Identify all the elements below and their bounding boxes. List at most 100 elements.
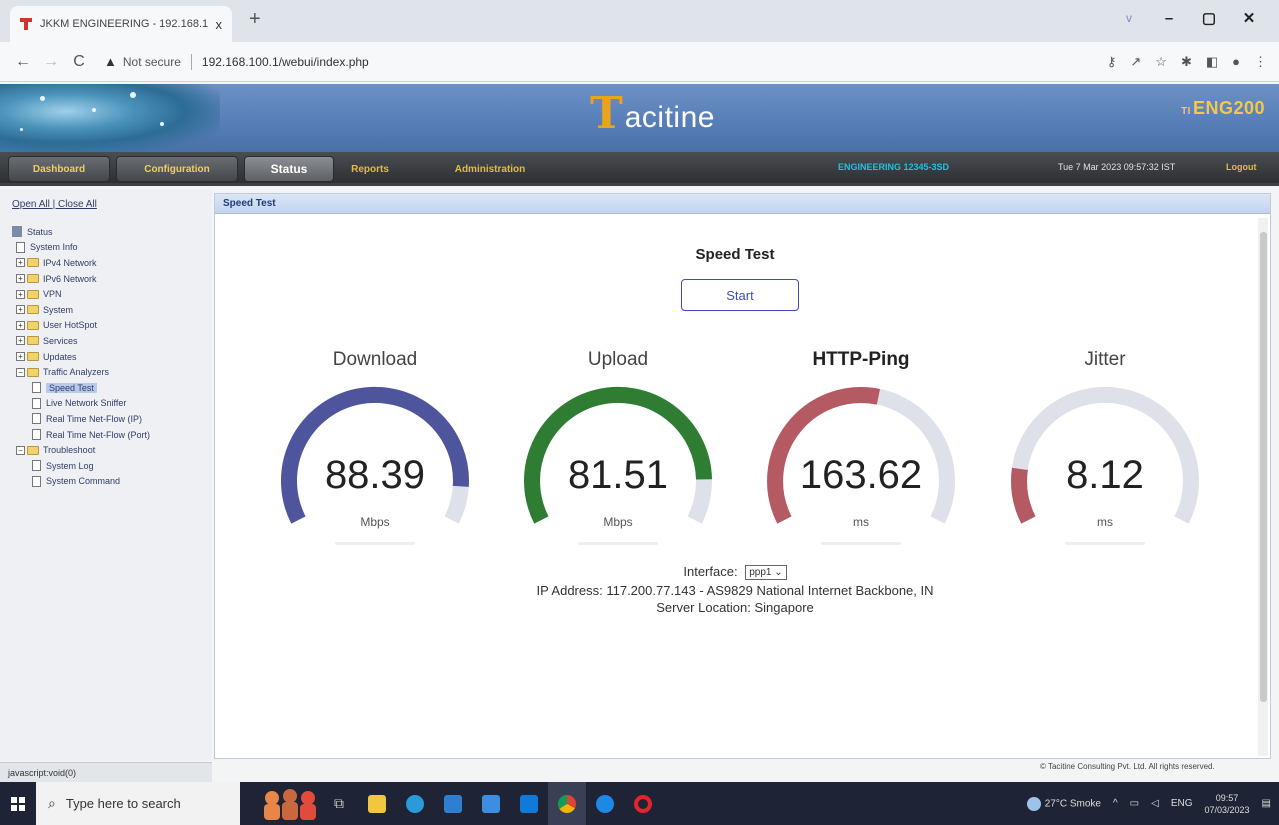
collapse-icon[interactable]: − <box>16 367 25 377</box>
sidebar-item-label: Services <box>43 335 78 346</box>
sidebar-item[interactable]: Real Time Net-Flow (IP) <box>12 411 212 427</box>
gauge-base <box>578 542 658 545</box>
gauge-unit: Mbps <box>603 515 633 529</box>
sidebar-item-label: System Command <box>46 476 121 487</box>
sidebar-item[interactable]: Speed Test <box>12 380 212 396</box>
page-icon <box>32 413 41 425</box>
key-icon[interactable]: ⚷ <box>1107 54 1117 70</box>
close-window-button[interactable]: ✕ <box>1229 4 1269 32</box>
sidebar-item[interactable]: + IPv6 Network <box>12 271 212 287</box>
open-all-link[interactable]: Open All <box>12 199 50 210</box>
sidebar-item-label: IPv6 Network <box>43 273 97 284</box>
logout-link[interactable]: Logout <box>1226 162 1257 172</box>
new-tab-button[interactable]: + <box>249 8 261 31</box>
sidebar-item[interactable]: − Traffic Analyzers <box>12 364 212 380</box>
tacitine-logo: T acitine <box>590 92 715 136</box>
app-icon[interactable] <box>510 782 548 825</box>
search-icon: ⌕ <box>48 795 56 811</box>
forward-icon[interactable]: → <box>40 53 62 71</box>
weather-widget[interactable]: 27°C Smoke <box>1026 796 1101 811</box>
expand-icon[interactable]: + <box>16 258 25 268</box>
people-illustration-icon[interactable] <box>258 786 320 822</box>
minimize-button[interactable]: – <box>1149 4 1189 32</box>
sidebar-item[interactable]: System Command <box>12 474 212 490</box>
chevron-down-icon: ⌄ <box>774 567 783 579</box>
menu-administration[interactable]: Administration <box>440 156 540 182</box>
model-prefix: TI <box>1181 106 1191 117</box>
store-icon[interactable] <box>434 782 472 825</box>
share-icon[interactable]: ↗ <box>1130 54 1141 70</box>
folder-icon <box>27 289 39 299</box>
reload-icon[interactable]: C <box>68 53 90 71</box>
opera-icon[interactable] <box>624 782 662 825</box>
clock[interactable]: 09:57 07/03/2023 <box>1205 792 1250 816</box>
menu-configuration[interactable]: Configuration <box>116 156 238 182</box>
edge-browser-icon[interactable] <box>396 782 434 825</box>
menu-status[interactable]: Status <box>244 156 334 182</box>
sidebar-item[interactable]: + Updates <box>12 349 212 365</box>
settings-app-icon[interactable] <box>586 782 624 825</box>
url-field[interactable]: ▲ Not secure 192.168.100.1/webui/index.p… <box>104 53 904 70</box>
expand-icon[interactable]: + <box>16 320 25 330</box>
expand-icon[interactable]: + <box>16 336 25 346</box>
sidebar-item[interactable]: − Troubleshoot <box>12 442 212 458</box>
profile-icon[interactable]: ● <box>1232 54 1240 70</box>
sidebar-item-label: Real Time Net-Flow (IP) <box>46 413 143 424</box>
back-icon[interactable]: ← <box>12 53 34 71</box>
address-bar-icons: ⚷ ↗ ☆ ✱ ◧ ● ⋮ <box>1107 54 1267 70</box>
browser-menu-icon[interactable]: ⋮ <box>1254 54 1267 70</box>
folder-icon <box>27 352 39 362</box>
sidebar-item[interactable]: Status <box>12 224 212 240</box>
notifications-icon[interactable]: ▤ <box>1262 798 1271 809</box>
start-button-windows[interactable] <box>0 782 36 825</box>
sidebar-toggle-icon[interactable]: ◧ <box>1206 54 1218 70</box>
mail-icon[interactable] <box>472 782 510 825</box>
maximize-button[interactable]: ▢ <box>1189 4 1229 32</box>
address-bar: ← → C ▲ Not secure 192.168.100.1/webui/i… <box>0 42 1279 82</box>
expand-icon[interactable]: + <box>16 289 25 299</box>
tree-links-separator: | <box>49 199 58 210</box>
network-icon[interactable]: ▭ <box>1130 798 1139 809</box>
sidebar-item[interactable]: System Info <box>12 240 212 256</box>
gauge-label: Upload <box>587 349 649 370</box>
page-icon <box>32 460 41 472</box>
folder-icon <box>27 305 39 315</box>
sidebar-item[interactable]: + Services <box>12 333 212 349</box>
start-button[interactable]: Start <box>681 279 799 311</box>
gauge-jitter: Jitter 8.12 ms <box>995 349 1215 549</box>
volume-icon[interactable]: ◁ <box>1151 798 1159 809</box>
browser-tab[interactable]: JKKM ENGINEERING - 192.168.1 x <box>10 6 232 42</box>
task-view-icon[interactable]: ⧉ <box>320 782 358 825</box>
sidebar-item-label: System Log <box>46 460 94 471</box>
sidebar-item[interactable]: + User HotSpot <box>12 318 212 334</box>
tray-chevron-icon[interactable]: ^ <box>1113 798 1118 809</box>
browser-status-bar: javascript:void(0) <box>0 762 212 782</box>
expand-icon[interactable]: + <box>16 352 25 362</box>
sidebar-item[interactable]: System Log <box>12 458 212 474</box>
menu-dashboard[interactable]: Dashboard <box>8 156 110 182</box>
chrome-icon[interactable] <box>548 782 586 825</box>
tab-close-icon[interactable]: x <box>216 17 223 32</box>
tab-search-icon[interactable]: v <box>1109 4 1149 32</box>
expand-icon[interactable]: + <box>16 305 25 315</box>
scrollbar-thumb[interactable] <box>1260 232 1267 702</box>
menu-reports[interactable]: Reports <box>340 156 400 182</box>
sidebar-item-label: Status <box>27 226 53 237</box>
sidebar-item-label: Live Network Sniffer <box>46 398 127 409</box>
language-indicator[interactable]: ENG <box>1171 798 1193 809</box>
sidebar-item[interactable]: Real Time Net-Flow (Port) <box>12 427 212 443</box>
gauge-value: 163.62 <box>799 453 923 497</box>
close-all-link[interactable]: Close All <box>58 199 97 210</box>
file-explorer-icon[interactable] <box>358 782 396 825</box>
sidebar-item[interactable]: Live Network Sniffer <box>12 396 212 412</box>
system-tray: 27°C Smoke ^ ▭ ◁ ENG 09:57 07/03/2023 ▤ <box>1026 792 1279 816</box>
sidebar-item[interactable]: + VPN <box>12 286 212 302</box>
sidebar-item[interactable]: + IPv4 Network <box>12 255 212 271</box>
interface-select[interactable]: ppp1 ⌄ <box>745 565 787 581</box>
bookmark-star-icon[interactable]: ☆ <box>1155 54 1167 70</box>
expand-icon[interactable]: + <box>16 274 25 284</box>
taskbar-search[interactable]: ⌕ Type here to search <box>36 782 240 825</box>
extensions-icon[interactable]: ✱ <box>1181 54 1192 70</box>
collapse-icon[interactable]: − <box>16 445 25 455</box>
sidebar-item[interactable]: + System <box>12 302 212 318</box>
